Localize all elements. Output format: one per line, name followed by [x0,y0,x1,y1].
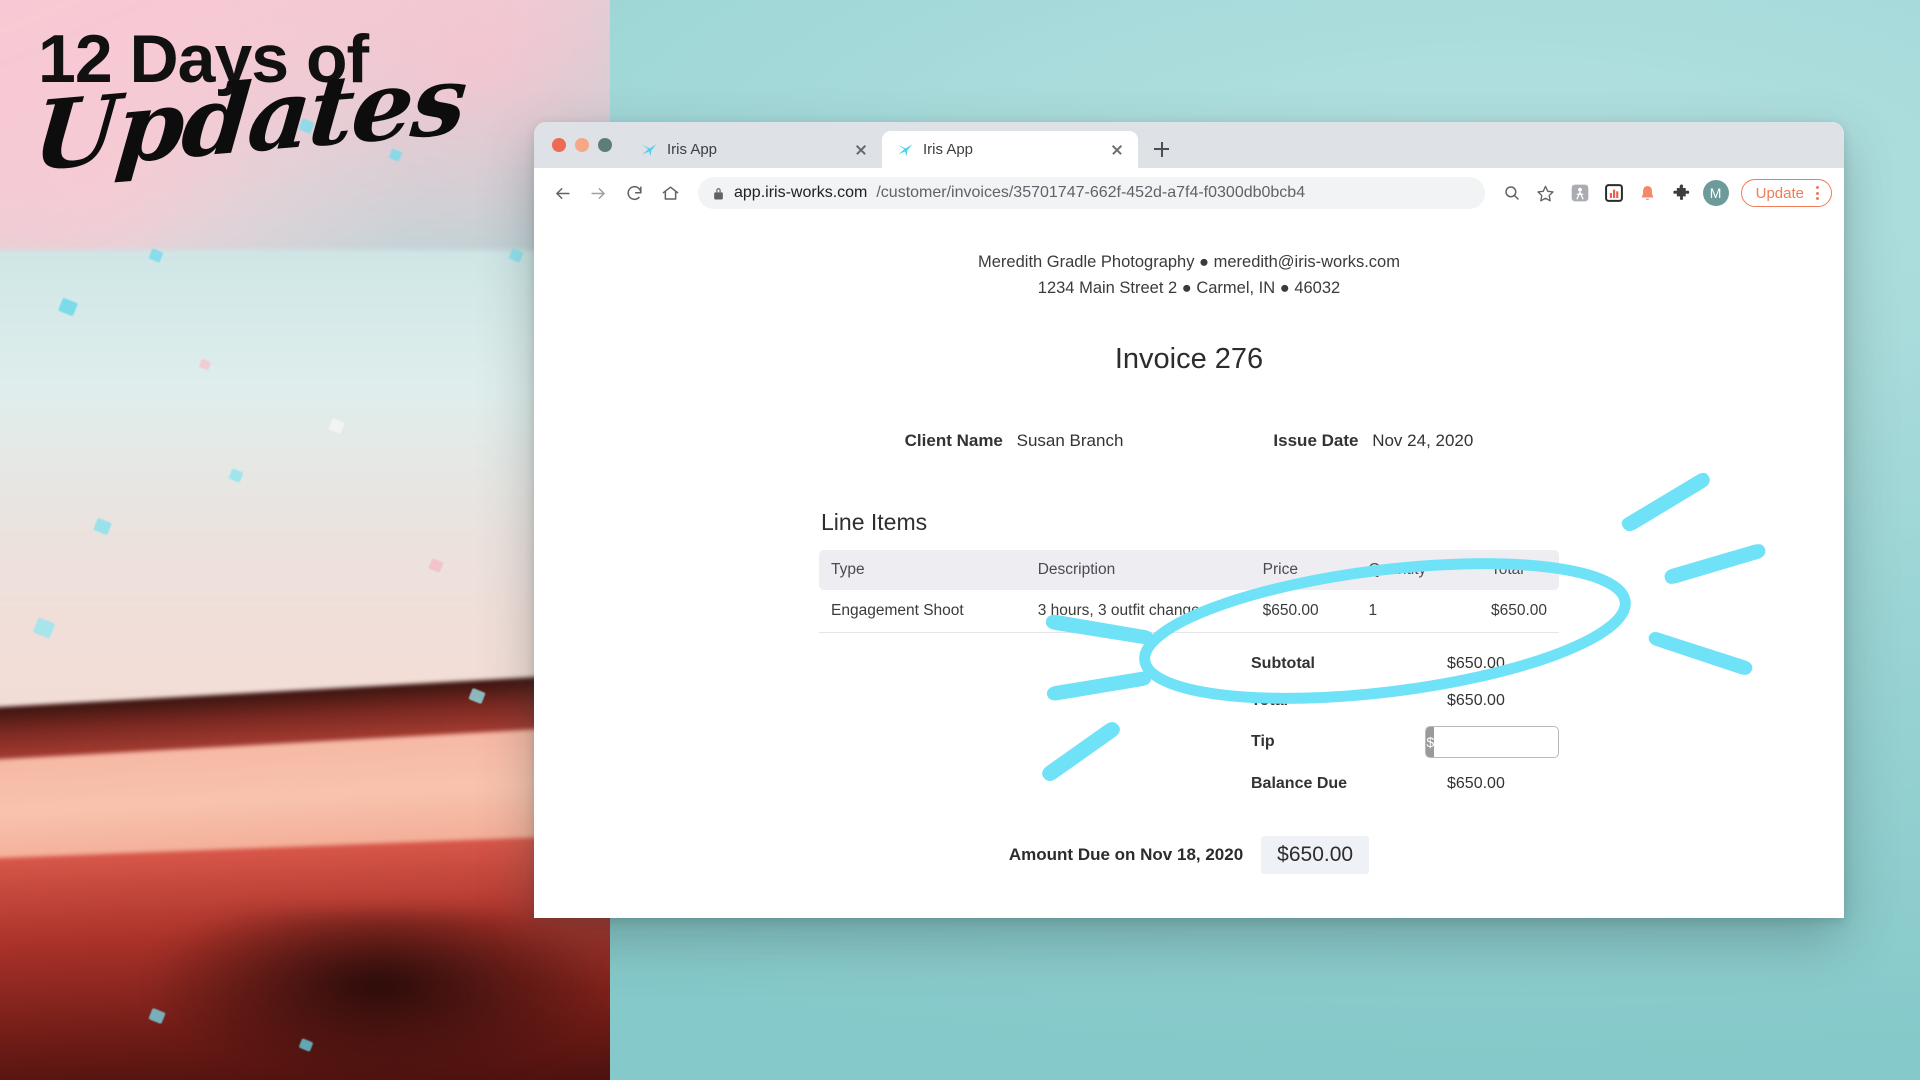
new-tab-button[interactable] [1146,134,1176,164]
cell-type: Engagement Shoot [819,590,1026,634]
home-icon[interactable] [654,177,686,209]
amount-due-label: Amount Due on Nov 18, 2020 [1008,845,1244,865]
address-bar-host: app.iris-works.com [734,184,868,201]
cell-description: 3 hours, 3 outfit changes [1025,590,1251,634]
subtotal-value: $650.00 [1447,654,1505,672]
lock-icon [712,186,725,201]
tip-input[interactable] [1434,733,1559,751]
promo-headline: 12 Days of Updates [24,12,544,193]
client-name-label: Client Name [904,431,1003,451]
avatar-initial: M [1702,180,1729,206]
line-items-table: Type Description Price Quantity Total En… [819,550,1559,634]
browser-toolbar-icons: M Update [1497,178,1832,208]
column-header-quantity: Quantity [1356,550,1479,591]
tip-label: Tip [1251,733,1275,751]
total-label: Total [1251,691,1289,709]
cell-total: $650.00 [1478,590,1559,634]
browser-window: Iris App Iris App app.iris-works.com /cu… [534,122,1844,918]
browser-tab-2-title: Iris App [923,141,974,158]
kebab-menu-icon[interactable] [1810,186,1825,200]
totals-row-tip: Tip $ [819,719,1559,765]
column-header-price: Price [1250,550,1357,591]
update-button-label: Update [1755,184,1804,202]
business-address: 1234 Main Street 2 ● Carmel, IN ● 46032 [1037,278,1341,297]
browser-tab-1-title: Iris App [667,141,718,158]
balance-due-value: $650.00 [1447,774,1505,792]
page-title: Invoice 276 [1114,343,1264,376]
browser-tab-1-close-icon[interactable] [852,141,870,159]
totals-row-balance-due: Balance Due $650.00 [819,765,1559,802]
issue-date-field: Issue Date Nov 24, 2020 [1273,431,1473,451]
line-items-heading: Line Items [821,509,928,536]
iris-logo-icon [640,142,658,158]
invoice-business-header: Meredith Gradle Photography ● meredith@i… [534,218,1844,301]
column-header-description: Description [1025,550,1251,591]
back-arrow-icon[interactable] [546,177,578,209]
minimize-window-button[interactable] [575,138,589,152]
address-bar-path: /customer/invoices/35701747-662f-452d-a7… [876,184,1306,201]
client-name-field: Client Name Susan Branch [905,431,1124,451]
currency-prefix: $ [1426,727,1435,758]
iris-logo-icon [896,142,914,158]
extension-chart-icon[interactable] [1599,178,1629,208]
totals-row-subtotal: Subtotal $650.00 [819,645,1559,682]
browser-tab-1[interactable]: Iris App [626,131,882,168]
tip-input-group[interactable]: $ [1425,726,1559,759]
close-window-button[interactable] [552,138,566,152]
bookmark-star-icon[interactable] [1531,178,1561,208]
invoice-meta-row: Client Name Susan Branch Issue Date Nov … [534,431,1844,451]
extensions-puzzle-icon[interactable] [1667,178,1697,208]
search-icon[interactable] [1497,178,1527,208]
browser-toolbar: app.iris-works.com/customer/invoices/357… [534,168,1844,218]
balance-due-label: Balance Due [1251,774,1348,792]
column-header-total: Total [1478,550,1559,591]
line-items-section: Line Items Type Description Price Quanti… [819,451,1559,875]
amount-due-value: $650.00 [1261,836,1370,875]
maximize-window-button[interactable] [598,138,612,152]
issue-date-label: Issue Date [1273,431,1359,451]
invoice-totals: Subtotal $650.00 Total $650.00 Tip $ Bal… [819,645,1559,802]
cell-price: $650.00 [1250,590,1357,634]
browser-tab-strip: Iris App Iris App [534,122,1844,168]
update-button[interactable]: Update [1740,179,1832,207]
invoice-page: Meredith Gradle Photography ● meredith@i… [534,218,1844,918]
client-name-value: Susan Branch [1016,431,1124,451]
table-header-row: Type Description Price Quantity Total [819,550,1559,591]
cell-quantity: 1 [1356,590,1479,634]
forward-arrow-icon[interactable] [582,177,614,209]
browser-tab-2-close-icon[interactable] [1108,141,1126,159]
issue-date-value: Nov 24, 2020 [1372,431,1474,451]
amount-due-row: Amount Due on Nov 18, 2020 $650.00 [819,836,1559,875]
subtotal-label: Subtotal [1251,654,1315,672]
notification-bell-icon[interactable] [1633,178,1663,208]
table-row: Engagement Shoot 3 hours, 3 outfit chang… [819,590,1559,634]
avatar[interactable]: M [1701,178,1731,208]
window-traffic-lights[interactable] [548,122,626,168]
totals-row-total: Total $650.00 [819,682,1559,719]
extension-person-icon[interactable] [1565,178,1595,208]
business-name-and-email: Meredith Gradle Photography ● meredith@i… [978,253,1400,271]
column-header-type: Type [819,550,1026,591]
reload-icon[interactable] [618,177,650,209]
browser-tab-2[interactable]: Iris App [882,131,1138,168]
address-bar[interactable]: app.iris-works.com/customer/invoices/357… [698,177,1485,209]
total-value: $650.00 [1447,691,1505,709]
